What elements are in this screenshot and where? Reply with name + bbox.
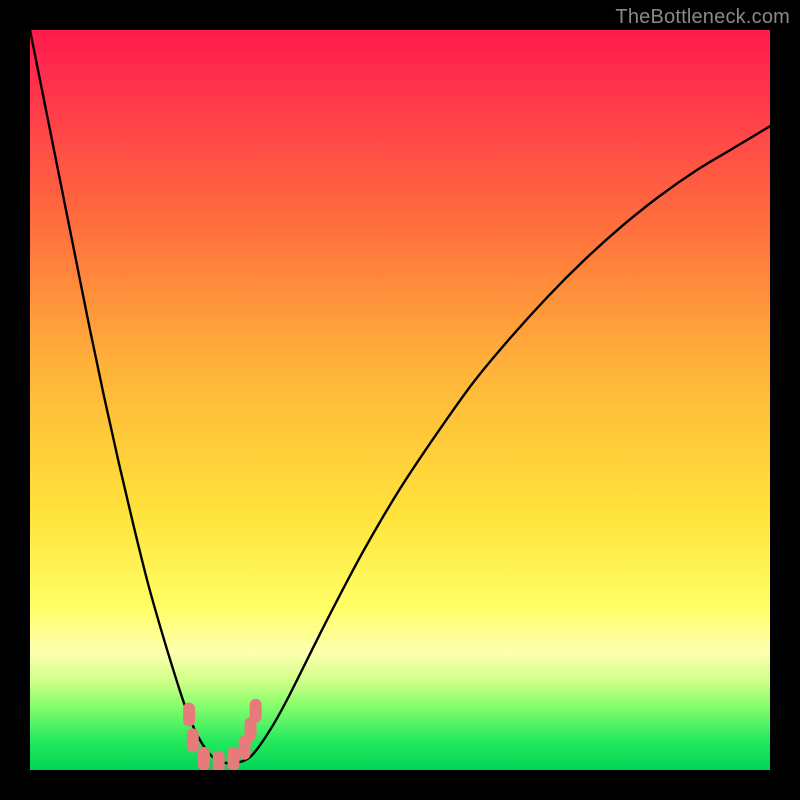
curve-marker [213,751,225,770]
curve-marker [183,703,195,727]
chart-plot-area [30,30,770,770]
bottleneck-curve [30,30,770,770]
marker-group [183,699,262,770]
watermark-text: TheBottleneck.com [615,6,790,29]
curve-marker [250,699,262,723]
curve-marker [187,728,199,752]
curve-marker [198,747,210,770]
curve-marker [228,747,240,770]
curve-path [30,30,770,763]
